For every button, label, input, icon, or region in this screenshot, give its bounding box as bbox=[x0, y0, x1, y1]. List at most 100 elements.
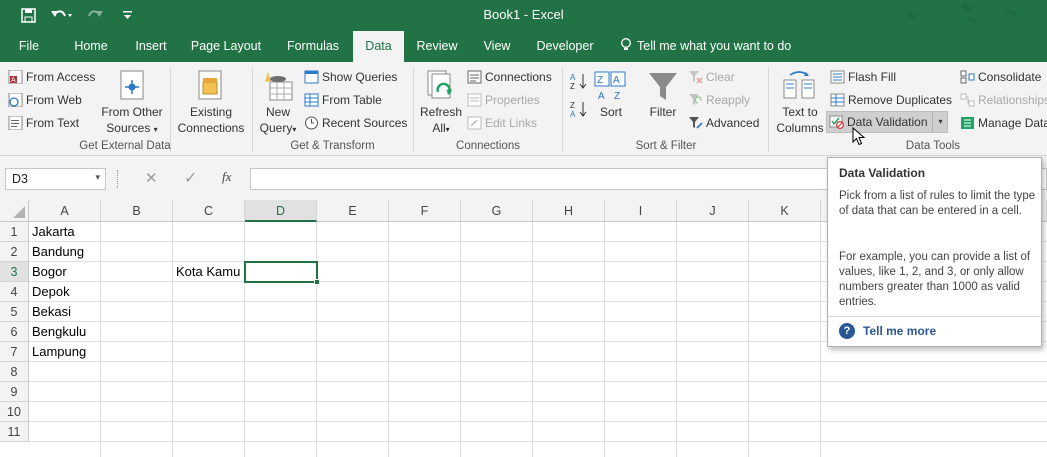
manage-data-model-button[interactable]: Manage Data bbox=[960, 116, 1047, 130]
tab-review[interactable]: Review bbox=[410, 31, 464, 62]
properties-button[interactable]: Properties bbox=[467, 93, 540, 107]
advanced-label: Advanced bbox=[706, 116, 760, 130]
tab-insert[interactable]: Insert bbox=[126, 31, 176, 62]
sort-label: Sort bbox=[599, 105, 622, 119]
consolidate-button[interactable]: Consolidate bbox=[960, 70, 1041, 84]
from-text-button[interactable]: From Text bbox=[8, 116, 79, 130]
row-header-2[interactable]: 2 bbox=[0, 242, 29, 262]
tab-formulas[interactable]: Formulas bbox=[278, 31, 348, 62]
selected-cell-border[interactable] bbox=[244, 261, 318, 283]
tab-file[interactable]: File bbox=[8, 31, 50, 62]
column-header-d[interactable]: D bbox=[245, 200, 317, 222]
tab-page-layout[interactable]: Page Layout bbox=[186, 31, 266, 62]
from-web-label: From Web bbox=[26, 93, 82, 107]
edit-links-button[interactable]: Edit Links bbox=[467, 116, 537, 130]
cell-a2[interactable]: Bandung bbox=[29, 242, 84, 262]
existing-connections-icon bbox=[198, 70, 222, 100]
sort-az-button[interactable]: AZ bbox=[570, 72, 588, 91]
column-header-k[interactable]: K bbox=[749, 200, 821, 222]
edit-links-label: Edit Links bbox=[485, 116, 538, 130]
clear-button[interactable]: Clear bbox=[688, 70, 735, 84]
row-header-7[interactable]: 7 bbox=[0, 342, 29, 362]
cell-a5[interactable]: Bekasi bbox=[29, 302, 71, 322]
from-access-button[interactable]: A From Access bbox=[8, 70, 95, 84]
column-header-a[interactable]: A bbox=[29, 200, 101, 222]
row-header-8[interactable]: 8 bbox=[0, 362, 29, 382]
enter-icon[interactable]: ✓ bbox=[184, 168, 197, 188]
manage-data-model-label: Manage Data bbox=[978, 116, 1047, 130]
row-header-6[interactable]: 6 bbox=[0, 322, 29, 342]
connections-button[interactable]: Connections bbox=[467, 70, 552, 84]
column-header-g[interactable]: G bbox=[461, 200, 533, 222]
text-to-columns-label: Text to Columns bbox=[776, 105, 824, 135]
formula-bar-splitter[interactable] bbox=[117, 170, 119, 188]
help-icon: ? bbox=[839, 323, 855, 339]
from-other-sources-label: From Other Sources ▾ bbox=[101, 105, 163, 135]
column-header-i[interactable]: I bbox=[605, 200, 677, 222]
remove-duplicates-label: Remove Duplicates bbox=[848, 93, 953, 107]
cell-a1[interactable]: Jakarta bbox=[29, 222, 75, 242]
row-header-11[interactable]: 11 bbox=[0, 422, 29, 442]
reapply-button[interactable]: Reapply bbox=[688, 93, 750, 107]
flash-fill-button[interactable]: Flash Fill bbox=[830, 70, 896, 84]
recent-sources-button[interactable]: Recent Sources bbox=[304, 116, 407, 130]
row-header-1[interactable]: 1 bbox=[0, 222, 29, 242]
cell-a6[interactable]: Bengkulu bbox=[29, 322, 86, 342]
fill-handle[interactable] bbox=[314, 279, 320, 285]
name-box[interactable]: D3 ▾ bbox=[5, 168, 106, 190]
clear-label: Clear bbox=[706, 70, 735, 84]
relationships-button[interactable]: Relationships bbox=[960, 93, 1047, 107]
show-queries-button[interactable]: Show Queries bbox=[304, 70, 397, 84]
column-header-c[interactable]: C bbox=[173, 200, 245, 222]
row-header-4[interactable]: 4 bbox=[0, 282, 29, 302]
row-header-9[interactable]: 9 bbox=[0, 382, 29, 402]
column-header-h[interactable]: H bbox=[533, 200, 605, 222]
table-icon bbox=[304, 93, 319, 107]
tell-me-label: Tell me what you want to do bbox=[637, 39, 792, 53]
column-header-e[interactable]: E bbox=[317, 200, 389, 222]
row-header-10[interactable]: 10 bbox=[0, 402, 29, 422]
from-table-button[interactable]: From Table bbox=[304, 93, 382, 107]
cell-a3[interactable]: Bogor bbox=[29, 262, 67, 282]
cancel-icon[interactable]: ✕ bbox=[145, 169, 158, 187]
select-all-corner[interactable] bbox=[0, 200, 29, 222]
funnel-icon bbox=[649, 73, 677, 100]
data-validation-tooltip: Data Validation Pick from a list of rule… bbox=[827, 157, 1042, 347]
remove-duplicates-button[interactable]: Remove Duplicates bbox=[830, 93, 952, 107]
show-queries-icon bbox=[304, 70, 319, 84]
group-separator bbox=[252, 68, 253, 152]
properties-icon bbox=[467, 93, 482, 107]
advanced-button[interactable]: Advanced bbox=[688, 116, 759, 130]
group-separator bbox=[562, 68, 563, 152]
advanced-filter-icon bbox=[689, 117, 703, 129]
sort-icon: Z AA Z bbox=[594, 71, 626, 102]
name-box-dropdown-icon[interactable]: ▾ bbox=[95, 172, 100, 183]
data-validation-main[interactable]: Data Validation bbox=[829, 115, 928, 129]
column-header-f[interactable]: F bbox=[389, 200, 461, 222]
data-validation-button[interactable]: Data Validation ▾ bbox=[826, 111, 948, 133]
from-web-button[interactable]: From Web bbox=[8, 93, 82, 107]
data-validation-dropdown-icon[interactable]: ▾ bbox=[934, 112, 947, 132]
cell-c3[interactable]: Kota Kamu bbox=[173, 262, 240, 282]
tab-developer[interactable]: Developer bbox=[528, 31, 602, 62]
insert-function-icon[interactable]: fx bbox=[222, 169, 231, 185]
row-header-5[interactable]: 5 bbox=[0, 302, 29, 322]
cell-a7[interactable]: Lampung bbox=[29, 342, 86, 362]
cell-a4[interactable]: Depok bbox=[29, 282, 70, 302]
sort-ascending-icon: AZ bbox=[570, 73, 587, 91]
connections-label: Connections bbox=[485, 70, 552, 84]
tab-home[interactable]: Home bbox=[66, 31, 116, 62]
column-header-j[interactable]: J bbox=[677, 200, 749, 222]
column-header-b[interactable]: B bbox=[101, 200, 173, 222]
tab-view[interactable]: View bbox=[474, 31, 520, 62]
sort-za-button[interactable]: ZA bbox=[570, 100, 588, 119]
new-query-icon bbox=[265, 72, 293, 101]
svg-text:Z: Z bbox=[570, 82, 575, 90]
tab-data[interactable]: Data bbox=[353, 31, 404, 63]
tell-me-search[interactable]: Tell me what you want to do bbox=[620, 31, 791, 62]
group-label-get-external-data: Get External Data bbox=[79, 140, 171, 152]
tooltip-description: Pick from a list of rules to limit the t… bbox=[839, 190, 1036, 217]
row-header-3[interactable]: 3 bbox=[0, 262, 29, 282]
refresh-icon bbox=[427, 70, 452, 99]
tell-me-more-link[interactable]: ? Tell me more bbox=[839, 323, 936, 339]
